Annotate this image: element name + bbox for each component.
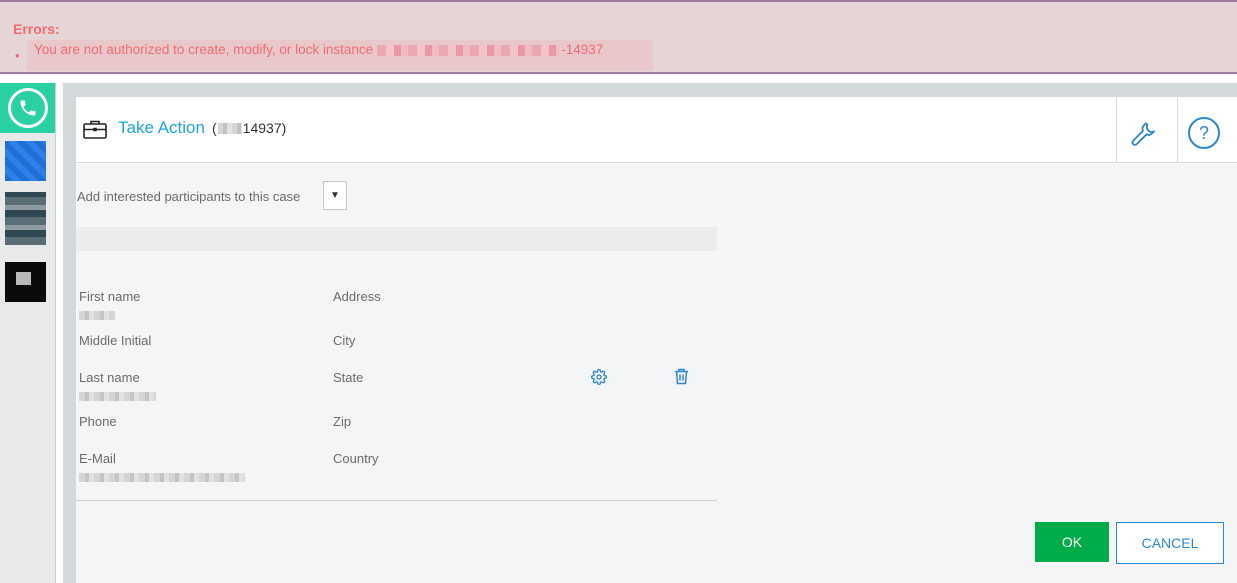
case-id: ( 14937): [212, 120, 286, 136]
email-value: [79, 473, 245, 482]
redacted-case-prefix: [217, 122, 242, 134]
last-name-value: [79, 392, 156, 401]
trash-icon[interactable]: [674, 368, 689, 385]
error-bullet: •: [15, 48, 20, 63]
error-message-text: You are not authorized to create, modify…: [34, 42, 374, 57]
app-blue-icon[interactable]: [5, 141, 46, 181]
phone-icon: [7, 88, 48, 128]
page-title: Take Action: [118, 118, 205, 137]
participants-dropdown[interactable]: ▼: [323, 181, 347, 210]
address-label: Address: [333, 289, 381, 304]
state-label: State: [333, 370, 364, 385]
first-name-value: [79, 311, 115, 320]
top-gutter: [63, 83, 1237, 97]
app-black-icon[interactable]: [5, 262, 46, 302]
phone-label: Phone: [79, 414, 117, 429]
error-message-row: • You are not authorized to create, modi…: [15, 40, 653, 71]
cancel-button[interactable]: CANCEL: [1116, 522, 1224, 564]
gear-icon[interactable]: [591, 369, 607, 385]
header-divider: [1177, 97, 1178, 163]
form-divider: [76, 500, 717, 501]
take-action-form: Add interested participants to this case…: [76, 164, 1237, 583]
briefcase-icon: [83, 120, 107, 139]
email-label: E-Mail: [79, 451, 116, 466]
error-message: You are not authorized to create, modify…: [34, 41, 603, 59]
redacted-instance-id: [377, 44, 560, 56]
first-name-label: First name: [79, 289, 141, 304]
participants-strip: [76, 227, 717, 251]
error-message-suffix: -14937: [561, 42, 604, 57]
error-banner: Errors: • You are not authorized to crea…: [0, 0, 1237, 74]
last-name-label: Last name: [79, 370, 140, 385]
country-label: Country: [333, 451, 379, 466]
error-title: Errors:: [13, 21, 60, 37]
city-label: City: [333, 333, 356, 348]
help-button[interactable]: ?: [1188, 117, 1220, 149]
dock-phone-button[interactable]: [0, 83, 55, 133]
left-gutter: [63, 83, 76, 583]
header-divider: [1116, 97, 1117, 163]
zip-label: Zip: [333, 414, 352, 429]
participants-label: Add interested participants to this case: [77, 189, 301, 204]
ok-button[interactable]: OK: [1035, 522, 1109, 562]
middle-initial-label: Middle Initial: [79, 333, 152, 348]
panel-header: Take Action ( 14937) ?: [76, 97, 1237, 163]
wrench-icon[interactable]: [1129, 117, 1159, 147]
case-id-suffix: 14937): [242, 120, 287, 136]
app-photo-icon[interactable]: [5, 192, 46, 245]
app-dock: [0, 83, 56, 583]
case-id-open: (: [212, 120, 217, 136]
